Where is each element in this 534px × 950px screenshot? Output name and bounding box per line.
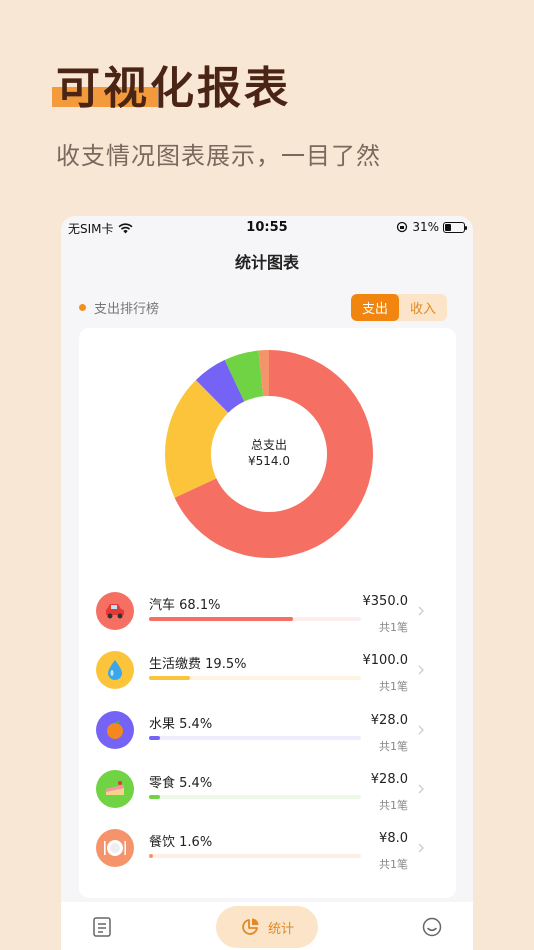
category-row[interactable]: 零食 5.4% ¥28.0 共1笔 [79, 758, 456, 817]
category-count: 共1笔 [379, 680, 408, 694]
bullet-dot [79, 304, 86, 311]
category-progress-fill [149, 617, 294, 621]
car-icon [96, 592, 134, 630]
category-progress-track [149, 854, 361, 859]
orange-fruit-icon [96, 710, 134, 749]
category-progress-track [149, 617, 361, 621]
category-count: 共1笔 [379, 621, 408, 634]
category-amount: ¥28.0 [370, 771, 408, 787]
ranking-card: 总支出 ¥514.0 汽车 68.1% ¥350.0 共1笔 生活缴费 19.5… [79, 328, 456, 898]
category-progress-fill [149, 735, 161, 740]
ranking-title: 支出排行榜 [94, 302, 160, 317]
category-row[interactable]: 水果 5.4% ¥28.0 共1笔 [79, 699, 456, 758]
donut-center: 总支出 ¥514.0 [165, 437, 373, 469]
chevron-right-icon [418, 784, 424, 794]
total-expense-label: 总支出 [250, 438, 287, 452]
battery-icon [443, 221, 467, 233]
category-progress-track [149, 676, 361, 681]
category-row[interactable]: 汽车 68.1% ¥350.0 共1笔 [79, 580, 456, 639]
plate-icon [96, 829, 134, 868]
category-label: 零食 5.4% [149, 775, 213, 791]
chevron-right-icon [418, 843, 424, 853]
category-count: 共1笔 [379, 858, 408, 872]
rotation-lock-icon [397, 221, 408, 233]
total-expense-value: ¥514.0 [248, 454, 290, 468]
phone-screen: 无SIM卡 10:55 31% 统计图表 支出排行榜 支出 收入 总支出 ¥51… [61, 216, 473, 950]
category-row[interactable]: 餐饮 1.6% ¥8.0 共1笔 [79, 817, 456, 876]
chevron-right-icon [418, 725, 424, 735]
water-drop-icon [96, 651, 134, 690]
cake-icon [96, 769, 134, 808]
promo-subtitle: 收支情况图表展示，一目了然 [56, 142, 381, 170]
category-amount: ¥100.0 [362, 653, 409, 669]
pie-chart-icon [242, 918, 259, 935]
category-progress-track [149, 735, 361, 740]
battery-percent: 31% [412, 220, 439, 234]
category-label: 餐饮 1.6% [149, 835, 213, 851]
tab-bar: 统计 [61, 902, 473, 950]
chevron-right-icon [418, 665, 424, 675]
category-progress-track [149, 794, 361, 799]
status-bar: 无SIM卡 10:55 31% [61, 216, 473, 240]
category-amount: ¥8.0 [379, 831, 408, 847]
category-amount: ¥350.0 [362, 594, 409, 609]
tab-statistics[interactable]: 统计 [216, 906, 318, 948]
ranking-header: 支出排行榜 [79, 298, 159, 317]
expense-tab[interactable]: 支出 [351, 294, 399, 321]
chevron-right-icon [418, 606, 424, 616]
category-label: 汽车 68.1% [149, 598, 221, 613]
income-tab[interactable]: 收入 [399, 294, 447, 321]
category-count: 共1笔 [379, 739, 408, 753]
category-row[interactable]: 生活缴费 19.5% ¥100.0 共1笔 [79, 639, 456, 698]
category-count: 共1笔 [379, 798, 408, 812]
promo-title: 可视化报表 [56, 63, 291, 114]
smile-icon[interactable] [421, 916, 443, 938]
category-progress-fill [149, 854, 154, 859]
expense-income-toggle: 支出 收入 [351, 294, 447, 321]
page-title: 统计图表 [234, 253, 299, 272]
bill-icon[interactable] [91, 916, 113, 938]
category-amount: ¥28.0 [370, 712, 408, 728]
category-label: 生活缴费 19.5% [149, 657, 247, 673]
category-progress-fill [149, 676, 191, 681]
tab-statistics-label: 统计 [267, 921, 294, 937]
category-label: 水果 5.4% [149, 716, 213, 732]
category-progress-fill [149, 794, 161, 799]
category-list: 汽车 68.1% ¥350.0 共1笔 生活缴费 19.5% ¥100.0 共1… [79, 580, 456, 876]
